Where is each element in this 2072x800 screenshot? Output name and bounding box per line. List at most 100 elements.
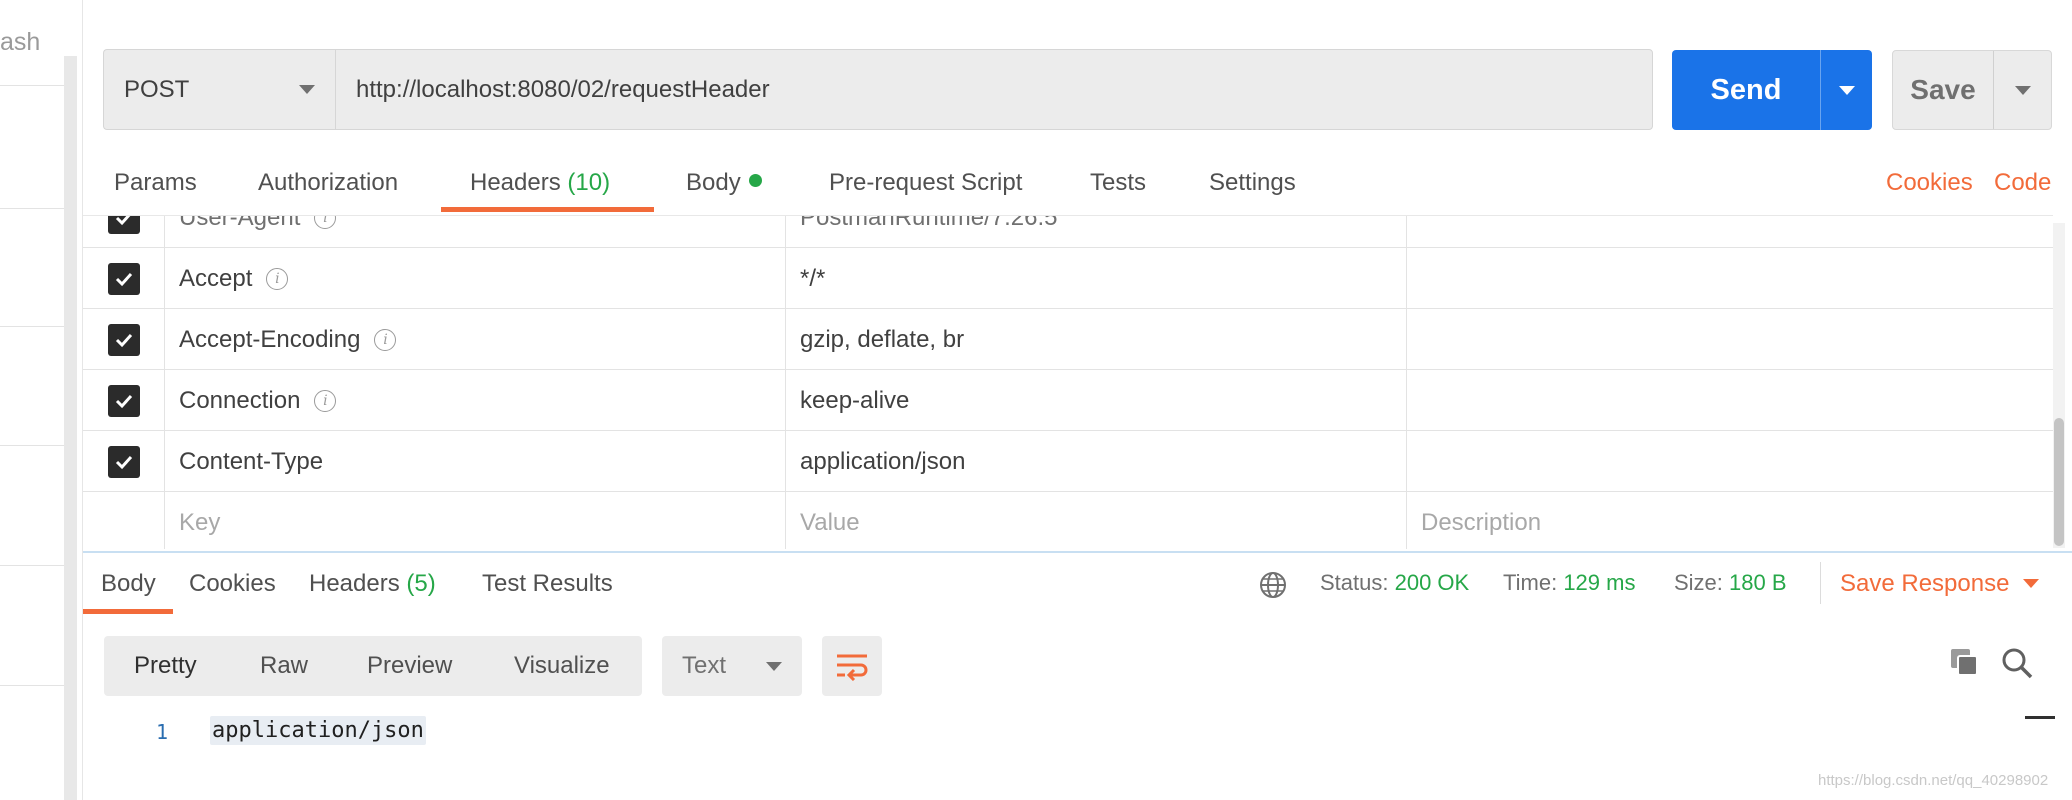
view-pretty[interactable]: Pretty <box>134 636 197 696</box>
tab-body[interactable]: Body <box>686 169 762 197</box>
header-key[interactable]: Accept <box>179 265 252 293</box>
response-tab-test-results[interactable]: Test Results <box>482 570 613 598</box>
tab-settings[interactable]: Settings <box>1209 169 1296 197</box>
header-value[interactable]: PostmanRuntime/7.26.5 <box>800 216 1057 232</box>
table-row: Content-Type application/json <box>83 431 2053 492</box>
save-response-button[interactable]: Save Response <box>1840 570 2040 598</box>
info-icon[interactable]: i <box>314 389 337 412</box>
active-response-tab-indicator <box>83 609 173 614</box>
send-options-button[interactable] <box>1820 50 1872 130</box>
header-key[interactable]: Connection <box>179 387 300 415</box>
sidebar-scrollbar[interactable] <box>64 56 77 800</box>
header-key[interactable]: Content-Type <box>179 448 323 476</box>
info-icon[interactable]: i <box>314 216 337 229</box>
cookies-link[interactable]: Cookies <box>1886 169 1973 197</box>
row-checkbox[interactable] <box>107 216 140 234</box>
size-readout[interactable]: Size: 180 B <box>1674 570 1787 596</box>
format-label: Text <box>682 652 727 679</box>
tab-headers-count: (10) <box>567 169 611 196</box>
time-readout[interactable]: Time: 129 ms <box>1503 570 1635 596</box>
chevron-down-icon <box>299 85 315 94</box>
tab-body-label: Body <box>686 169 741 196</box>
sidebar-divider <box>0 85 64 86</box>
time-label: Time: <box>1503 570 1558 595</box>
info-icon[interactable]: i <box>374 328 397 351</box>
new-header-row: Key Value Description <box>83 492 2053 549</box>
search-icon[interactable] <box>2000 646 2034 680</box>
header-value[interactable]: */* <box>800 265 825 293</box>
tab-tests[interactable]: Tests <box>1090 169 1146 197</box>
header-value[interactable]: application/json <box>800 448 965 476</box>
watermark: https://blog.csdn.net/qq_40298902 <box>1818 772 2049 789</box>
info-icon[interactable]: i <box>266 267 289 290</box>
sidebar-top-text: ash <box>0 28 41 56</box>
response-body-line[interactable]: application/json <box>210 716 426 745</box>
wrap-lines-button[interactable] <box>822 636 882 696</box>
view-visualize[interactable]: Visualize <box>514 636 610 696</box>
size-label: Size: <box>1674 570 1723 595</box>
response-headers-count: (5) <box>406 570 436 597</box>
tab-authorization[interactable]: Authorization <box>258 169 398 197</box>
header-value[interactable]: gzip, deflate, br <box>800 326 964 354</box>
save-button[interactable]: Save <box>1892 50 2052 130</box>
scrollbar-thumb[interactable] <box>2054 418 2064 546</box>
header-value[interactable]: keep-alive <box>800 387 909 415</box>
value-placeholder[interactable]: Value <box>800 509 860 537</box>
status-value: 200 OK <box>1394 570 1470 595</box>
table-row: Accept-Encoding i gzip, deflate, br <box>83 309 2053 370</box>
table-row: User-Agent i PostmanRuntime/7.26.5 <box>83 216 2053 248</box>
headers-table: User-Agent i PostmanRuntime/7.26.5 Accept… <box>83 215 2053 549</box>
tab-pre-request-script[interactable]: Pre-request Script <box>829 169 1022 197</box>
globe-icon[interactable] <box>1258 570 1288 600</box>
description-placeholder[interactable]: Description <box>1421 509 1541 537</box>
sidebar-divider <box>0 326 64 327</box>
request-tabs: Params Authorization Headers (10) Body P… <box>83 155 2072 215</box>
url-input[interactable] <box>335 49 1653 130</box>
row-checkbox[interactable] <box>107 384 140 417</box>
send-label[interactable]: Send <box>1672 50 1820 130</box>
pane-divider[interactable] <box>83 551 2072 553</box>
body-indicator-dot <box>748 174 762 187</box>
active-tab-indicator <box>441 207 654 212</box>
format-select[interactable]: Text <box>662 636 802 696</box>
chevron-down-icon <box>2023 579 2040 588</box>
send-button[interactable]: Send <box>1672 50 1872 130</box>
table-row: Accept i */* <box>83 248 2053 309</box>
collections-sidebar: ash <box>0 0 83 800</box>
status-label: Status: <box>1320 570 1389 595</box>
chevron-down-icon <box>766 661 782 671</box>
response-tab-headers[interactable]: Headers (5) <box>309 570 436 598</box>
tab-headers-label: Headers <box>470 169 561 196</box>
size-value: 180 B <box>1729 570 1787 595</box>
save-options-button[interactable] <box>1993 51 2051 129</box>
view-raw[interactable]: Raw <box>260 636 308 696</box>
method-label: POST <box>124 75 190 103</box>
status-readout[interactable]: Status: 200 OK <box>1320 570 1469 596</box>
header-key[interactable]: User-Agent <box>179 216 300 232</box>
tab-params[interactable]: Params <box>114 169 197 197</box>
row-checkbox[interactable] <box>107 445 140 478</box>
headers-scrollbar[interactable] <box>2053 223 2065 548</box>
chevron-down-icon <box>1838 85 1855 95</box>
row-checkbox[interactable] <box>107 323 140 356</box>
save-label[interactable]: Save <box>1893 51 1993 129</box>
method-select[interactable]: POST <box>103 49 335 130</box>
request-url-bar: POST <box>103 49 1653 130</box>
table-row: Connection i keep-alive <box>83 370 2053 431</box>
sidebar-divider <box>0 445 64 446</box>
copy-icon[interactable] <box>1948 646 1980 678</box>
key-placeholder[interactable]: Key <box>179 509 220 537</box>
tab-headers[interactable]: Headers (10) <box>470 169 610 197</box>
minimap-marker <box>2025 716 2055 719</box>
header-key[interactable]: Accept-Encoding <box>179 326 360 354</box>
response-tab-headers-label: Headers <box>309 570 400 597</box>
response-tab-body[interactable]: Body <box>101 570 156 598</box>
row-checkbox[interactable] <box>107 262 140 295</box>
view-preview[interactable]: Preview <box>367 636 452 696</box>
response-tab-cookies[interactable]: Cookies <box>189 570 276 598</box>
sidebar-divider <box>0 685 64 686</box>
chevron-down-icon <box>2014 85 2031 95</box>
divider <box>1820 562 1821 604</box>
sidebar-divider <box>0 208 64 209</box>
code-link[interactable]: Code <box>1994 169 2051 197</box>
